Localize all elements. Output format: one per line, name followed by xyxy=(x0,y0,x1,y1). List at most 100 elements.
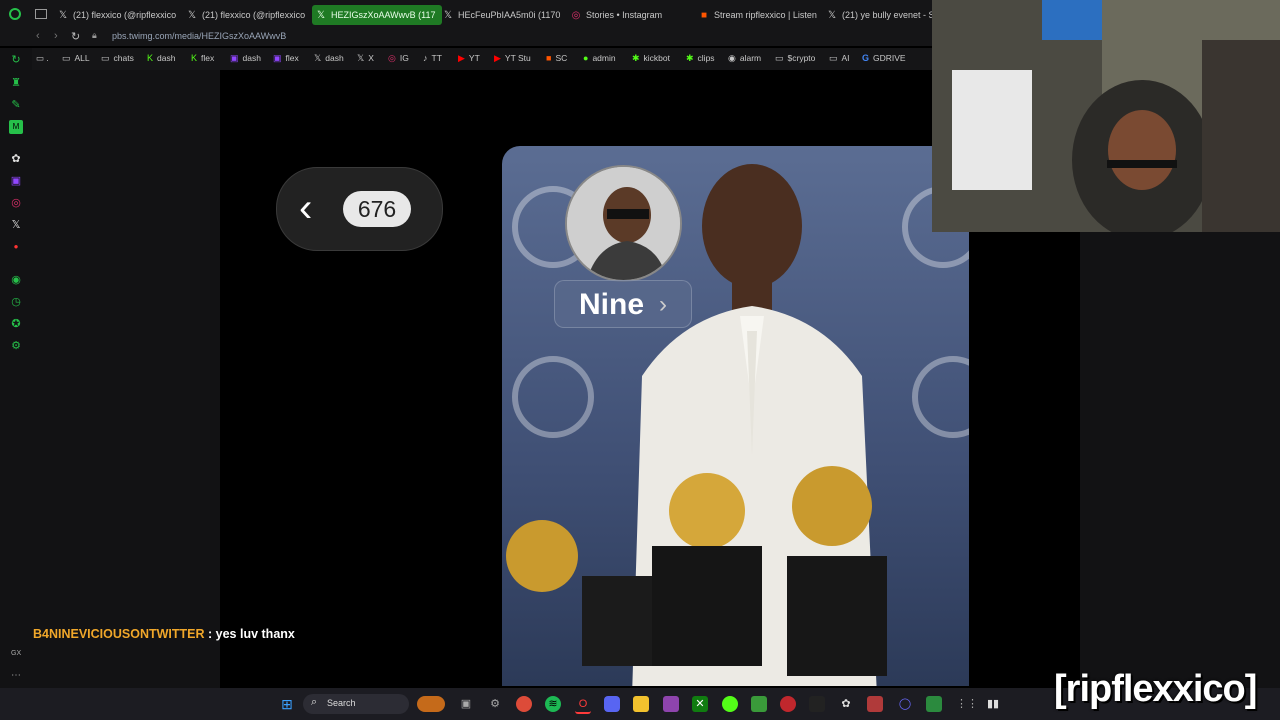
kick-icon: ✱ xyxy=(686,53,694,63)
taskbar-search[interactable]: ⌕ Search xyxy=(303,694,409,714)
opera-logo-icon[interactable] xyxy=(9,8,21,20)
tab-search[interactable]: 𝕏 (21) ye bully evenet - Se xyxy=(827,5,932,25)
tab-instagram-stories[interactable]: ◎ Stories • Instagram xyxy=(571,5,689,25)
bookmark-admin[interactable]: ● admin xyxy=(583,53,616,63)
stream-watermark: [ripflexxico] xyxy=(1054,668,1257,710)
game-icon[interactable]: ♜ xyxy=(9,76,23,90)
app-icon[interactable] xyxy=(780,696,796,712)
record-icon[interactable]: ● xyxy=(9,240,23,254)
bookmark-dash-x[interactable]: 𝕏dash xyxy=(314,53,344,64)
bookmark-ig[interactable]: ◎ IG xyxy=(388,53,409,64)
app-icon[interactable] xyxy=(926,696,942,712)
tab-flexxico-1[interactable]: 𝕏 (21) flexxico (@ripflexxico xyxy=(58,5,178,25)
gx-label[interactable]: GX xyxy=(11,650,21,657)
chrome-icon[interactable] xyxy=(516,696,532,712)
kick-icon: K xyxy=(147,53,154,63)
xbox-icon[interactable]: ✕ xyxy=(692,696,708,712)
extensions-icon[interactable]: ✪ xyxy=(9,317,23,331)
twitch-icon[interactable]: ▣ xyxy=(9,174,23,188)
app-icon[interactable] xyxy=(751,696,767,712)
tab-media-active[interactable]: 𝕏 HEZIGszXoAAWwvB (117 xyxy=(312,5,442,25)
player-icon[interactable]: ◉ xyxy=(9,273,23,287)
bookmark-flex-kick[interactable]: Kflex xyxy=(191,53,214,63)
bookmark-folder-icon[interactable]: ▭ . xyxy=(36,53,49,64)
tab-soundcloud[interactable]: ■ Stream ripflexxico | Listen xyxy=(699,5,817,25)
forward-icon[interactable]: › xyxy=(54,30,58,42)
tab-media-2[interactable]: 𝕏 HEcFeuPbIAA5m0i (1170× xyxy=(443,5,561,25)
bookmark-tt[interactable]: ♪ TT xyxy=(423,53,442,63)
notification-counter[interactable]: ‹ 676 xyxy=(276,167,443,251)
bookmark-all[interactable]: ▭ ALL xyxy=(62,53,90,64)
bookmark-crypto[interactable]: ▭ $crypto xyxy=(775,53,815,64)
right-panel xyxy=(1080,232,1280,688)
x-logo-icon: 𝕏 xyxy=(187,10,197,21)
alarm-icon: ◉ xyxy=(728,53,736,63)
avatar[interactable] xyxy=(565,165,682,282)
counter-value: 676 xyxy=(343,191,411,227)
profile-name-badge[interactable]: Nine › xyxy=(554,280,692,328)
settings-gear-icon[interactable]: ⚙ xyxy=(487,696,503,712)
bookmark-x[interactable]: 𝕏X xyxy=(357,53,374,64)
tab-flexxico-2[interactable]: 𝕏 (21) flexxico (@ripflexxico xyxy=(187,5,305,25)
url-field[interactable]: pbs.twimg.com/media/HEZIGszXoAAWwvB xyxy=(112,31,286,41)
refresh-icon[interactable]: ↻ xyxy=(9,53,23,67)
app-icon[interactable] xyxy=(663,696,679,712)
app-icon[interactable] xyxy=(809,696,825,712)
bookmark-ai[interactable]: ▭ AI xyxy=(829,53,850,64)
pen-icon[interactable]: ✎ xyxy=(9,98,23,112)
windows-start-icon[interactable]: ⊞ xyxy=(279,696,295,712)
bookmark-dash-kick[interactable]: Kdash xyxy=(147,53,175,63)
bookmark-kickbot[interactable]: ✱ kickbot xyxy=(632,53,670,64)
x-logo-icon[interactable]: 𝕏 xyxy=(9,218,23,232)
bookmark-dash-twitch[interactable]: ▣ dash xyxy=(230,53,261,64)
opera-gx-icon[interactable]: O xyxy=(575,696,591,714)
kick-icon[interactable] xyxy=(722,696,738,712)
chevron-left-icon[interactable]: ‹ xyxy=(299,188,312,228)
task-view-icon[interactable]: ▣ xyxy=(458,696,474,712)
x-logo-icon: 𝕏 xyxy=(827,10,837,21)
settings-gear-icon[interactable]: ⚙ xyxy=(9,339,23,353)
webcam-feed xyxy=(932,0,1280,232)
spotify-icon[interactable]: ≋ xyxy=(545,696,561,712)
tab-manager-icon[interactable] xyxy=(35,9,47,19)
search-label: Search xyxy=(327,698,356,708)
kick-icon: ✱ xyxy=(632,53,640,63)
cbs-logo-icon xyxy=(512,356,594,438)
soundcloud-icon: ■ xyxy=(700,10,708,21)
more-icon[interactable]: ⋯ xyxy=(11,670,21,681)
bookmark-chats[interactable]: ▭ chats xyxy=(101,53,134,64)
bookmark-flex-twitch[interactable]: ▣ flex xyxy=(273,53,299,64)
twitch-icon: ▣ xyxy=(273,53,282,63)
chat-separator: : xyxy=(204,627,216,641)
lock-icon[interactable]: 🔒︎ xyxy=(92,30,97,41)
instagram-icon[interactable]: ◎ xyxy=(9,196,23,210)
back-icon[interactable]: ‹ xyxy=(36,30,40,42)
soundcloud-icon: ■ xyxy=(546,53,552,63)
taskbar-widget-icon[interactable] xyxy=(417,696,445,712)
youtube-icon: ▶ xyxy=(494,53,501,63)
history-icon[interactable]: ◷ xyxy=(9,295,23,309)
audio-icon[interactable]: ▮▮ xyxy=(985,696,1001,712)
chat-text: yes luv thanx xyxy=(215,627,295,641)
bookmark-sc[interactable]: ■ SC xyxy=(546,53,567,63)
app-grid-icon[interactable]: ⋮⋮ xyxy=(956,696,978,712)
reload-icon[interactable]: ↻ xyxy=(71,30,80,43)
admin-icon: ● xyxy=(583,53,589,63)
bookmark-gdrive[interactable]: G GDRIVE xyxy=(862,53,906,63)
app-icon[interactable] xyxy=(867,696,883,712)
discord-icon[interactable] xyxy=(604,696,620,712)
file-explorer-icon[interactable] xyxy=(633,696,649,712)
chatgpt-icon[interactable]: ✿ xyxy=(838,696,854,712)
folder-icon: ▭ xyxy=(775,53,784,63)
bookmark-yt-studio[interactable]: ▶ YT Stu xyxy=(494,53,531,64)
twitch-icon: ▣ xyxy=(230,53,239,63)
bookmark-yt[interactable]: ▶ YT xyxy=(458,53,480,64)
app-m-icon[interactable]: M xyxy=(9,120,23,134)
x-logo-icon: 𝕏 xyxy=(58,10,68,21)
search-icon: ⌕ xyxy=(311,696,318,708)
bookmark-clips[interactable]: ✱ clips xyxy=(686,53,715,64)
chatgpt-icon[interactable]: ✿ xyxy=(9,152,23,166)
app-icon[interactable]: ◯ xyxy=(897,696,913,712)
tiktok-icon: ♪ xyxy=(423,53,428,63)
bookmark-alarm[interactable]: ◉ alarm xyxy=(728,53,761,64)
